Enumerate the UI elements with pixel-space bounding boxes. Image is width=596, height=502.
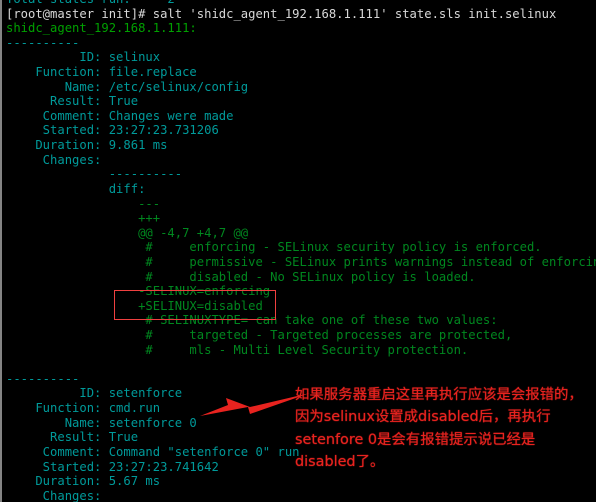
- terminal-line: ---: [6, 196, 161, 211]
- terminal-line: ID: selinux: [6, 50, 161, 65]
- terminal-line: # disabled - No SELinux policy is loaded…: [6, 269, 476, 284]
- terminal-line: Comment: Changes were made: [6, 108, 234, 123]
- terminal-line: Name: /etc/selinux/config: [6, 79, 249, 94]
- terminal-line: Changes:: [6, 488, 124, 502]
- terminal-line: diff:: [6, 181, 146, 196]
- terminal-line: # SELINUXTYPE= can take one of these two…: [6, 313, 498, 328]
- terminal-line: Started: 23:27:23.731206: [6, 123, 219, 138]
- terminal-line: ----------: [6, 35, 80, 50]
- terminal-line: +SELINUX=disabled: [6, 298, 263, 313]
- terminal-line: [root@master init]# salt 'shidc_agent_19…: [6, 6, 557, 21]
- terminal-line: @@ -4,7 +4,7 @@: [6, 225, 249, 240]
- terminal-line: Total states run: 2: [2, 0, 596, 7]
- annotation-note: 如果服务器重启这里再执行应该是会报错的，因为selinux设置成disabled…: [295, 387, 583, 471]
- terminal-line: ----------: [6, 167, 183, 182]
- terminal-line: Duration: 5.67 ms: [6, 474, 161, 489]
- terminal-line: +++: [6, 211, 161, 226]
- terminal-line: # enforcing - SELinux security policy is…: [6, 240, 542, 255]
- terminal-line: shidc_agent_192.168.1.111:: [6, 21, 197, 36]
- terminal-line: Function: file.replace: [6, 65, 197, 80]
- terminal-line: # mls - Multi Level Security protection.: [6, 342, 469, 357]
- terminal-line: # targeted - Targeted processes are prot…: [6, 328, 513, 343]
- terminal-line: Result: True: [6, 94, 139, 109]
- terminal-window[interactable]: Total states run: 2[root@master init]# s…: [0, 0, 596, 502]
- terminal-line: # permissive - SELinux prints warnings i…: [6, 254, 596, 269]
- terminal-line: Changes:: [6, 152, 124, 167]
- terminal-line: -SELINUX=enforcing: [6, 284, 271, 299]
- terminal-line: Duration: 9.861 ms: [6, 138, 168, 153]
